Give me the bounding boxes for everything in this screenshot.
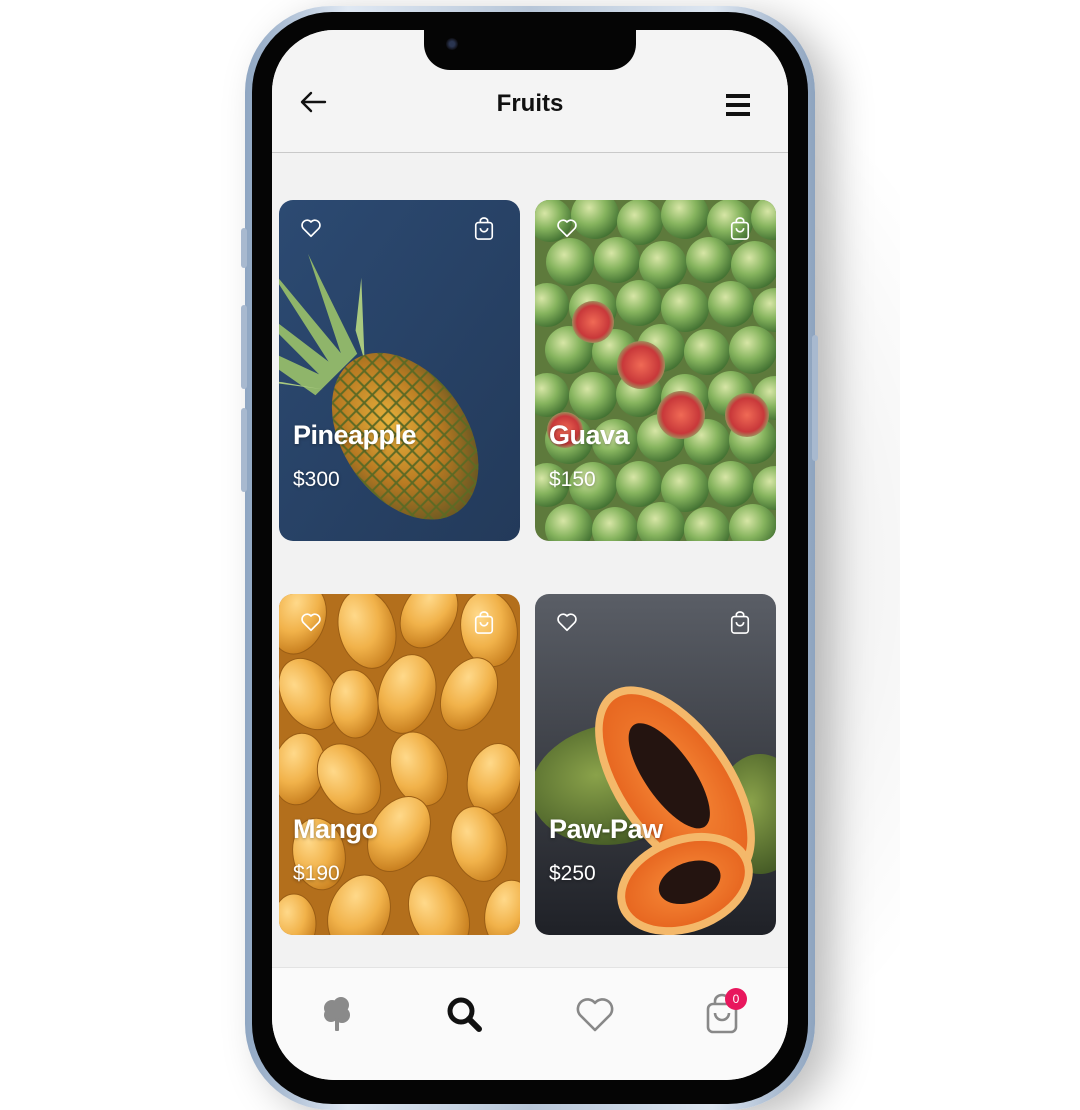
search-icon (447, 997, 482, 1032)
product-grid: Pineapple $300 Guava $150 Mango $190 Paw… (272, 152, 788, 966)
shopping-bag-icon[interactable] (473, 217, 495, 241)
product-price: $150 (549, 468, 596, 491)
bottom-nav: 0 (272, 967, 788, 1080)
hamburger-menu-icon (726, 94, 750, 116)
product-card-guava[interactable]: Guava $150 (535, 200, 776, 541)
product-card-pawpaw[interactable]: Paw-Paw $250 (535, 594, 776, 935)
nav-item-home[interactable] (316, 992, 360, 1036)
product-card-pineapple[interactable]: Pineapple $300 (279, 200, 520, 541)
heart-outline-icon[interactable] (300, 611, 322, 633)
cart-count-badge: 0 (725, 988, 747, 1010)
tree-icon (324, 997, 350, 1031)
product-name: Pineapple (293, 420, 417, 450)
product-name: Guava (549, 420, 630, 450)
product-price: $250 (549, 862, 596, 885)
shopping-bag-icon[interactable] (473, 611, 495, 635)
volume-up-button (241, 305, 247, 389)
product-name: Paw-Paw (549, 814, 663, 844)
shopping-bag-icon[interactable] (729, 611, 751, 635)
nav-item-search[interactable] (442, 992, 486, 1036)
heart-outline-icon[interactable] (556, 611, 578, 633)
shopping-bag-icon[interactable] (729, 217, 751, 241)
heart-outline-icon[interactable] (300, 217, 322, 239)
product-price: $190 (293, 862, 340, 885)
product-price: $300 (293, 468, 340, 491)
app-screen: Fruits Pineapple $300 Guava $150 Mango $… (272, 30, 788, 1080)
heart-outline-icon (576, 998, 614, 1032)
product-card-mango[interactable]: Mango $190 (279, 594, 520, 935)
front-camera (446, 38, 458, 50)
menu-button[interactable] (724, 92, 752, 118)
nav-item-favorites[interactable] (573, 992, 617, 1036)
mute-switch (241, 228, 247, 268)
notch (424, 30, 636, 70)
heart-outline-icon[interactable] (556, 217, 578, 239)
page-title: Fruits (496, 90, 564, 117)
product-name: Mango (293, 814, 378, 844)
volume-down-button (241, 408, 247, 492)
nav-item-cart[interactable]: 0 (701, 988, 747, 1036)
power-button (812, 335, 818, 461)
